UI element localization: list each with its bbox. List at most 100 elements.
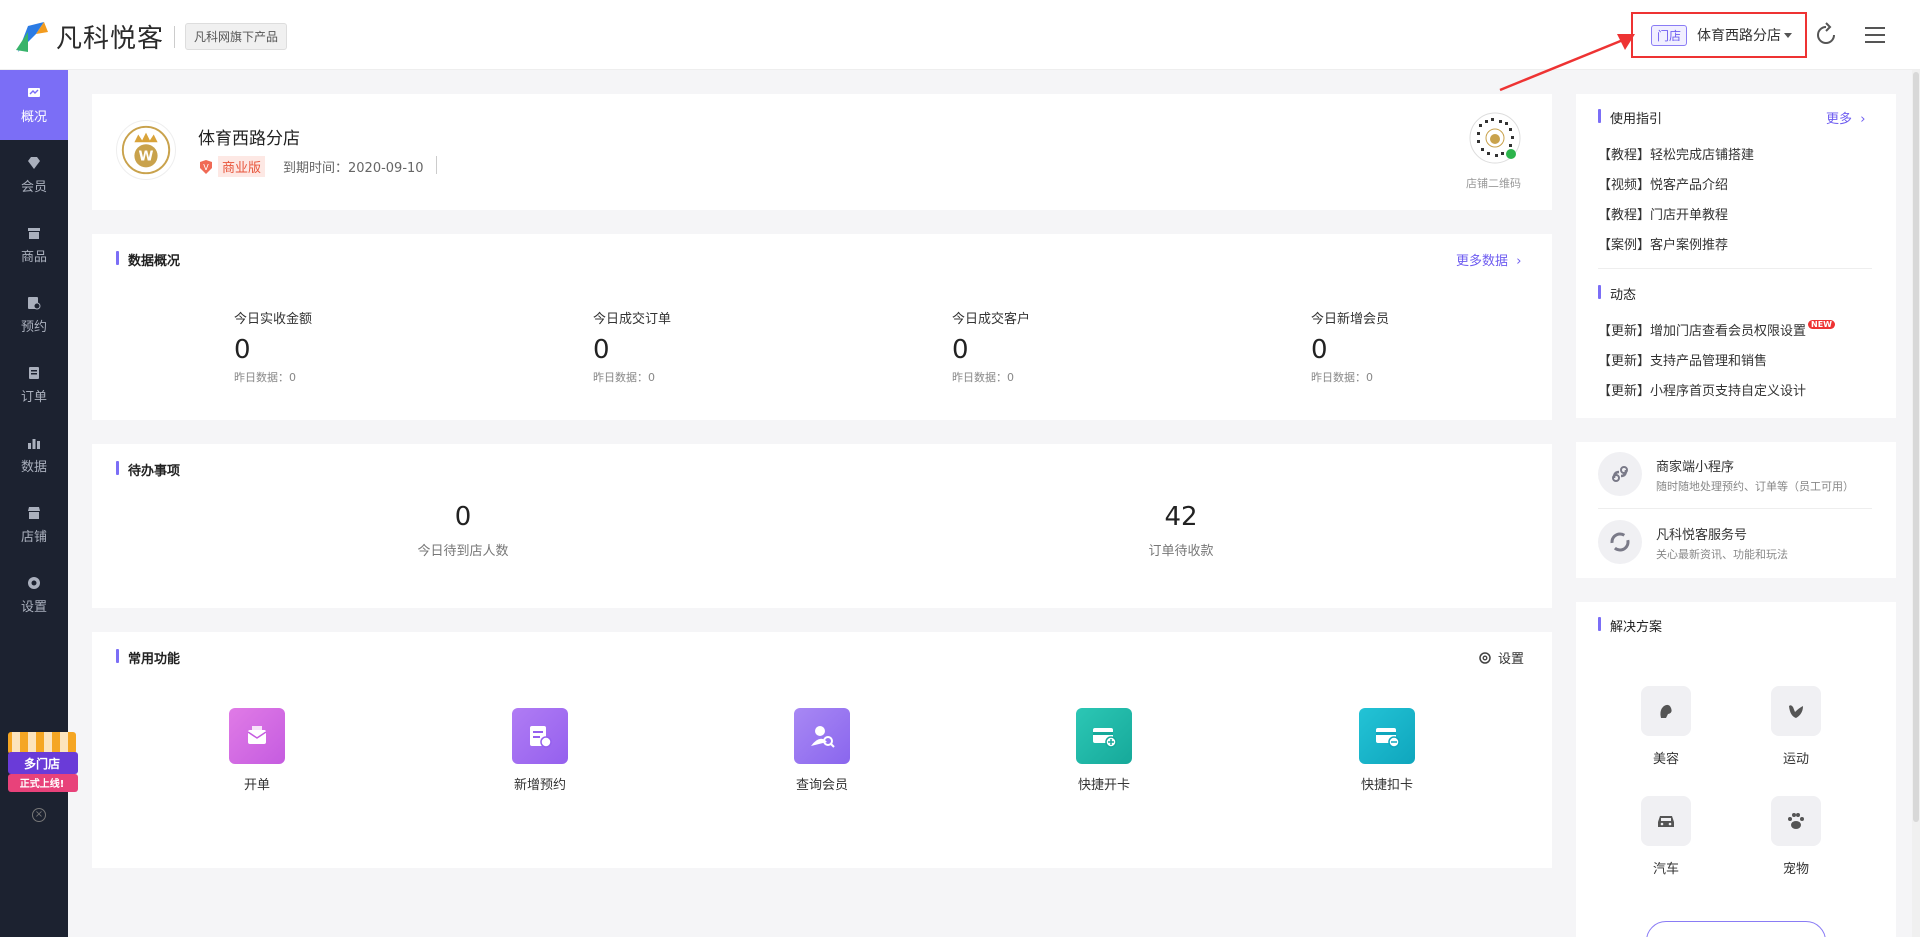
svg-text:V: V (203, 163, 209, 172)
search-member-icon (794, 708, 850, 764)
gear-icon (1479, 651, 1491, 664)
sport-icon (1771, 686, 1821, 736)
more-solutions-button[interactable] (1646, 921, 1826, 937)
solution-pet[interactable]: 宠物 (1766, 796, 1826, 877)
service-account-icon (1598, 520, 1642, 564)
store-switcher-name: 体育西路分店 (1697, 28, 1782, 44)
solution-sport[interactable]: 运动 (1766, 686, 1826, 767)
solution-label: 汽车 (1652, 862, 1679, 877)
func-quick-open-card[interactable]: 快捷开卡 (1054, 708, 1154, 793)
service-desc: 关心最新资讯、功能和玩法 (1656, 548, 1788, 561)
multi-store-promo-banner[interactable]: 多门店 正式上线! (6, 730, 78, 802)
todo-arrivals[interactable]: 0 今日待到店人数 (363, 502, 563, 559)
logo[interactable]: 凡科悦客 凡科网旗下产品 (14, 18, 288, 55)
divider (1598, 268, 1872, 269)
expire-date: 到期时间：2020-09-10 (283, 161, 424, 176)
store-avatar: W (116, 120, 176, 180)
sidebar-item-overview[interactable]: 概况 (0, 70, 68, 140)
stat-today-customers: 今日成交客户 0 昨日数据：0 (952, 308, 1030, 385)
more-label: 更多 (1826, 112, 1853, 127)
close-icon[interactable]: × (32, 808, 46, 822)
sidebar-item-goods[interactable]: 商品 (0, 210, 68, 280)
shop-icon (28, 506, 40, 519)
guide-item[interactable]: 【视频】悦客产品介绍 (1598, 174, 1728, 193)
sidebar-item-shop[interactable]: 店铺 (0, 490, 68, 560)
stat-new-members: 今日新增会员 0 昨日数据：0 (1311, 308, 1389, 385)
guide-item[interactable]: 【教程】轻松完成店铺搭建 (1598, 144, 1754, 163)
guide-card: 使用指引 更多 › 【教程】轻松完成店铺搭建 【视频】悦客产品介绍 【教程】门店… (1576, 94, 1896, 418)
chevron-right-icon: › (1512, 254, 1522, 269)
solution-car[interactable]: 汽车 (1636, 796, 1696, 877)
miniprogram-icon (1598, 452, 1642, 496)
section-title: 常用功能 (116, 648, 180, 667)
menu-icon[interactable] (1862, 22, 1888, 48)
news-item-text: 【更新】增加门店查看会员权限设置 (1598, 324, 1807, 339)
store-title: 体育西路分店 (198, 129, 300, 149)
divider (1598, 508, 1872, 509)
store-tag: 门店 (1651, 24, 1688, 46)
svg-text:W: W (139, 149, 154, 165)
guide-item[interactable]: 【教程】门店开单教程 (1598, 204, 1728, 223)
service-desc: 随时随地处理预约、订单等（员工可用） (1656, 480, 1854, 493)
sidebar-item-settings[interactable]: 设置 (0, 560, 68, 630)
stat-value: 0 (1311, 335, 1328, 365)
store-switcher[interactable]: 门店 体育西路分店 (1631, 12, 1807, 58)
stat-label: 今日成交订单 (593, 312, 672, 327)
settings-label: 设置 (1498, 652, 1525, 667)
stat-yesterday: 昨日数据：0 (952, 371, 1014, 384)
stat-today-revenue: 今日实收金额 0 昨日数据：0 (234, 308, 312, 385)
stat-yesterday: 昨日数据：0 (234, 371, 296, 384)
func-new-booking[interactable]: 新增预约 (490, 708, 590, 793)
guide-more-link[interactable]: 更多 › (1826, 108, 1866, 127)
sidebar-label: 设置 (20, 599, 47, 615)
chevron-right-icon: › (1856, 112, 1866, 127)
new-badge: NEW (1808, 320, 1835, 329)
sidebar-item-booking[interactable]: 预约 (0, 280, 68, 350)
stat-value: 0 (234, 335, 251, 365)
sidebar-item-member[interactable]: 会员 (0, 140, 68, 210)
stat-value: 0 (593, 335, 610, 365)
todo-label: 今日待到店人数 (417, 544, 509, 559)
service-title[interactable]: 凡科悦客服务号 (1656, 524, 1747, 543)
section-title: 待办事项 (116, 460, 180, 479)
vip-icon: V (200, 159, 212, 174)
sidebar-label: 店铺 (20, 529, 47, 545)
goods-icon (28, 227, 40, 239)
stat-label: 今日新增会员 (1311, 312, 1390, 327)
chevron-down-icon (1784, 32, 1793, 38)
beauty-icon (1641, 686, 1691, 736)
logo-text: 凡科悦客 (56, 24, 165, 54)
more-data-link[interactable]: 更多数据 › (1456, 250, 1522, 269)
scrollbar-thumb[interactable] (1913, 72, 1919, 822)
functions-settings-button[interactable]: 设置 (1478, 648, 1524, 667)
stat-today-orders: 今日成交订单 0 昨日数据：0 (593, 308, 671, 385)
news-item[interactable]: 【更新】小程序首页支持自定义设计 (1598, 380, 1806, 399)
logo-subtitle: 凡科网旗下产品 (185, 23, 288, 50)
service-title[interactable]: 商家端小程序 (1656, 456, 1734, 475)
sidebar-item-order[interactable]: 订单 (0, 350, 68, 420)
quick-deduct-card-icon (1359, 708, 1415, 764)
sidebar-label: 概况 (20, 109, 47, 125)
sidebar-item-data[interactable]: 数据 (0, 420, 68, 490)
news-item[interactable]: 【更新】支持产品管理和销售 (1598, 350, 1767, 369)
solution-beauty[interactable]: 美容 (1636, 686, 1696, 767)
func-search-member[interactable]: 查询会员 (772, 708, 872, 793)
sidebar: 概况 会员 商品 预约 订单 数据 店铺 设置 (0, 70, 68, 937)
func-label: 开单 (243, 778, 270, 793)
booking-icon (28, 296, 41, 309)
news-item[interactable]: 【更新】增加门店查看会员权限设置 NEW (1598, 320, 1835, 339)
news-title: 动态 (1598, 284, 1636, 303)
sidebar-label: 会员 (20, 179, 47, 195)
services-card: 商家端小程序 随时随地处理预约、订单等（员工可用） 凡科悦客服务号 关心最新资讯… (1576, 442, 1896, 578)
stat-yesterday: 昨日数据：0 (593, 371, 655, 384)
qrcode-image[interactable] (1469, 112, 1521, 164)
refresh-icon[interactable] (1813, 22, 1839, 48)
todo-value: 42 (1164, 502, 1198, 532)
func-quick-deduct-card[interactable]: 快捷扣卡 (1337, 708, 1437, 793)
todo-unpaid-orders[interactable]: 42 订单待收款 (1081, 502, 1281, 559)
guide-title: 使用指引 (1598, 108, 1662, 127)
stat-label: 今日实收金额 (234, 312, 313, 327)
func-open-order[interactable]: 开单 (207, 708, 307, 793)
todo-value: 0 (454, 502, 472, 532)
guide-item[interactable]: 【案例】客户案例推荐 (1598, 234, 1728, 253)
